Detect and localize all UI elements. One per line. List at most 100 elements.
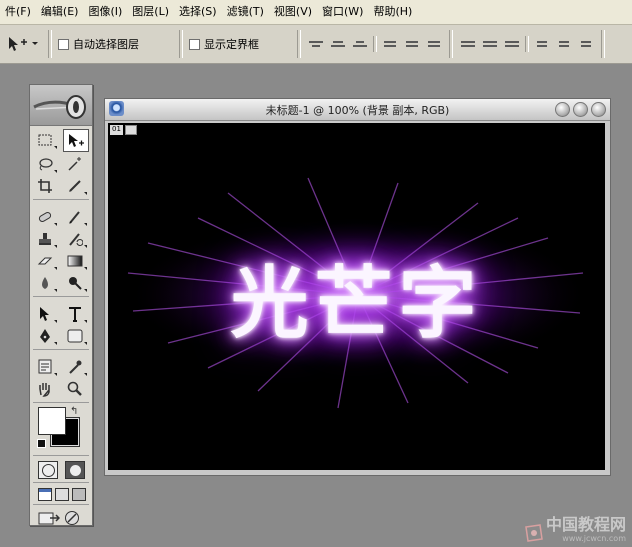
checkbox-box[interactable] [189, 38, 200, 50]
jump-to-imageready-icon[interactable] [38, 510, 60, 526]
align-vcenter-icon[interactable] [329, 37, 347, 51]
distribute-horizontal-buttons [533, 37, 595, 51]
document-title: 未标题-1 @ 100% (背景 副本, RGB) [265, 103, 450, 117]
foreground-color-swatch[interactable] [38, 407, 66, 435]
clone-stamp-tool-icon[interactable] [33, 228, 57, 249]
crop-tool-icon[interactable] [33, 175, 57, 196]
close-button[interactable] [591, 102, 606, 117]
screen-mode-buttons [30, 486, 92, 501]
menu-window[interactable]: 窗口(W) [317, 0, 368, 24]
toolbox-divider [33, 402, 89, 403]
jump-to-buttons [30, 508, 92, 526]
align-left-icon[interactable] [381, 37, 399, 51]
align-buttons [307, 37, 369, 51]
distribute-vertical-buttons [459, 37, 521, 51]
healing-brush-tool-icon[interactable] [33, 206, 57, 227]
auto-select-layer-label: 自动选择图层 [73, 38, 139, 51]
toolbox-divider [33, 349, 89, 350]
menu-layer[interactable]: 图层(L) [127, 0, 174, 24]
glowing-text: 光芒字 [230, 259, 483, 349]
watermark-url: www.jcwcn.com [562, 534, 626, 543]
show-bounding-box-checkbox[interactable]: 显示定界框 [189, 36, 259, 52]
full-screen-menu-mode-icon[interactable] [55, 488, 69, 501]
marquee-tool-icon[interactable] [33, 129, 57, 150]
hand-tool-icon[interactable] [33, 378, 57, 399]
standard-screen-mode-icon[interactable] [38, 488, 52, 501]
slice-tool-icon[interactable] [63, 175, 87, 196]
tool-preset-picker[interactable] [2, 30, 42, 58]
separator [601, 30, 605, 58]
show-bounding-box-label: 显示定界框 [204, 38, 259, 51]
default-colors-icon[interactable] [37, 439, 46, 448]
menu-filter[interactable]: 滤镜(T) [222, 0, 269, 24]
align-bottom-icon[interactable] [351, 37, 369, 51]
imageready-logo-icon[interactable] [64, 510, 80, 526]
tools-group-vector [30, 300, 92, 346]
checkbox-box[interactable] [58, 38, 69, 50]
menu-file[interactable]: 件(F) [0, 0, 36, 24]
separator [525, 36, 529, 52]
full-screen-mode-icon[interactable] [72, 488, 86, 501]
magic-wand-tool-icon[interactable] [63, 153, 87, 174]
menu-help[interactable]: 帮助(H) [368, 0, 417, 24]
toolbox-divider [33, 504, 89, 505]
photoshop-app-icon [109, 101, 124, 116]
dodge-tool-icon[interactable] [63, 272, 87, 293]
menu-view[interactable]: 视图(V) [269, 0, 317, 24]
menu-bar: 件(F) 编辑(E) 图像(I) 图层(L) 选择(S) 滤镜(T) 视图(V)… [0, 0, 632, 25]
menu-select[interactable]: 选择(S) [174, 0, 222, 24]
distribute-vcenter-icon[interactable] [481, 37, 499, 51]
toolbox-divider [33, 296, 89, 297]
auto-select-layer-checkbox[interactable]: 自动选择图层 [58, 36, 139, 52]
layer-number-badge: 01 [110, 125, 123, 135]
separator [297, 30, 301, 58]
toolbox: ↰ [29, 84, 93, 526]
move-tool-icon [9, 37, 38, 51]
distribute-right-icon[interactable] [577, 37, 595, 51]
quick-mask-mode-icon[interactable] [65, 461, 85, 479]
layer-badge: 01 [110, 125, 137, 135]
align-top-icon[interactable] [307, 37, 325, 51]
distribute-bottom-icon[interactable] [503, 37, 521, 51]
toolbox-header[interactable] [30, 85, 92, 126]
brush-tool-icon[interactable] [63, 206, 87, 227]
menu-image[interactable]: 图像(I) [83, 0, 127, 24]
photoshop-feather-logo [33, 95, 86, 119]
separator [373, 36, 377, 52]
align-right-icon[interactable] [425, 37, 443, 51]
watermark-brand: 中国教程网 [545, 515, 626, 534]
layer-thumbnail-icon [124, 125, 137, 135]
tools-group-paint [30, 203, 92, 293]
separator [449, 30, 453, 58]
tools-group-misc [30, 353, 92, 399]
zoom-tool-icon[interactable] [63, 378, 87, 399]
align-horizontal-buttons [381, 37, 443, 51]
separator [48, 30, 52, 58]
swap-colors-icon[interactable]: ↰ [70, 406, 78, 417]
path-selection-tool-icon[interactable] [33, 303, 57, 324]
minimize-button[interactable] [555, 102, 570, 117]
toolbox-divider [33, 482, 89, 483]
maximize-button[interactable] [573, 102, 588, 117]
type-tool-icon[interactable] [63, 303, 87, 324]
shape-tool-icon[interactable] [63, 325, 87, 346]
align-hcenter-icon[interactable] [403, 37, 421, 51]
notes-tool-icon[interactable] [33, 356, 57, 377]
blur-tool-icon[interactable] [33, 272, 57, 293]
gradient-tool-icon[interactable] [63, 250, 87, 271]
eraser-tool-icon[interactable] [33, 250, 57, 271]
distribute-hcenter-icon[interactable] [555, 37, 573, 51]
canvas[interactable]: 光芒字 01 [108, 123, 605, 470]
pen-tool-icon[interactable] [33, 325, 57, 346]
standard-mode-icon[interactable] [38, 461, 58, 479]
distribute-top-icon[interactable] [459, 37, 477, 51]
distribute-left-icon[interactable] [533, 37, 551, 51]
menu-edit[interactable]: 编辑(E) [36, 0, 84, 24]
history-brush-tool-icon[interactable] [63, 228, 87, 249]
tools-group-selection [30, 126, 92, 196]
lasso-tool-icon[interactable] [33, 153, 57, 174]
eyedropper-tool-icon[interactable] [63, 356, 87, 377]
document-title-bar[interactable]: 未标题-1 @ 100% (背景 副本, RGB) [105, 99, 610, 121]
separator [179, 30, 183, 58]
move-tool-icon[interactable] [63, 129, 89, 152]
